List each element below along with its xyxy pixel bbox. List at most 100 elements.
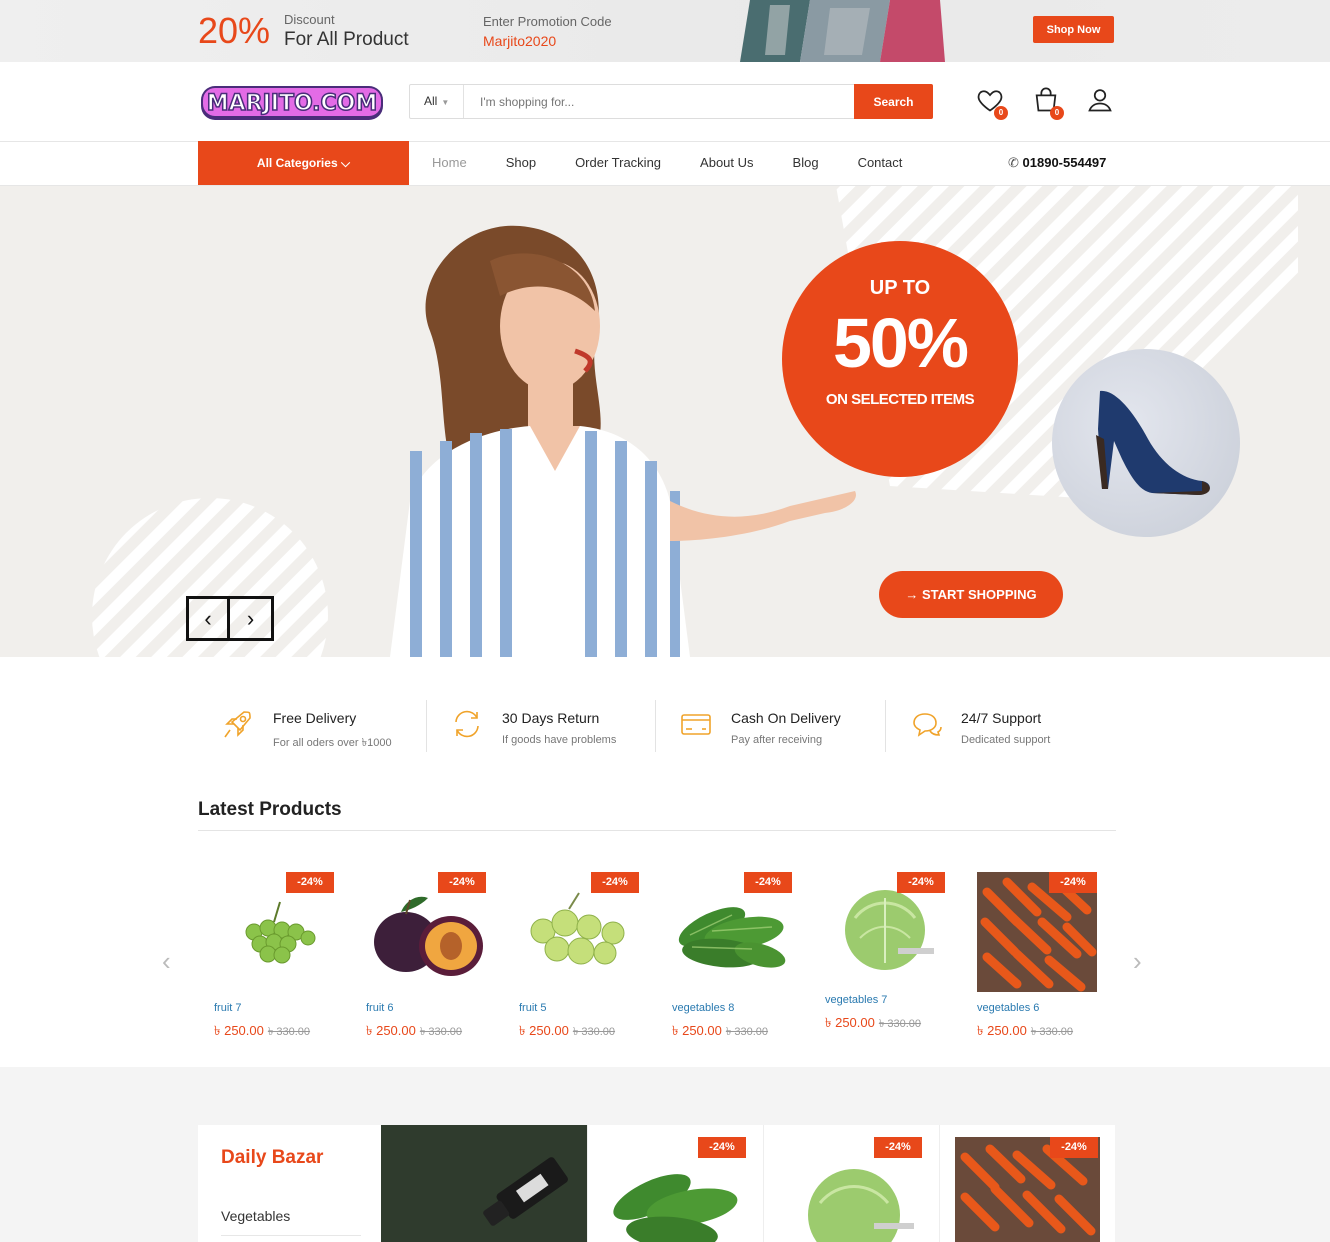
nav-link-contact[interactable]: Contact [858, 141, 903, 185]
account-button[interactable] [1086, 86, 1116, 118]
product-name[interactable]: vegetables 7 [825, 994, 887, 1006]
header: MARJITO.COM All▼ Search 0 0 [0, 62, 1330, 142]
carousel-prev-button[interactable]: ‹ [162, 946, 171, 977]
slider-arrows: ‹ › [186, 596, 274, 641]
feature-title: 30 Days Return [502, 710, 600, 726]
promo-percent: 20% [198, 10, 271, 51]
product-name[interactable]: fruit 7 [214, 1002, 242, 1014]
category-link-vegetables[interactable]: Vegetables [221, 1208, 290, 1224]
feature-support: 24/7 Support Dedicated support [886, 700, 1116, 752]
cabbage-icon [845, 890, 934, 970]
all-categories-label: All Categories [256, 156, 338, 170]
daily-product-card[interactable]: -24% [587, 1125, 763, 1242]
daily-product-card[interactable]: -24% [763, 1125, 939, 1242]
search-bar: All▼ Search [409, 84, 933, 119]
search-category-value: All [424, 94, 438, 108]
search-button[interactable]: Search [854, 84, 933, 119]
price-old: ৳ 330.00 [878, 1018, 922, 1030]
carousel-next-button[interactable]: › [1133, 946, 1142, 977]
discount-badge: -24% [1050, 1137, 1098, 1158]
product-price: ৳ 250.00 ৳ 330.00 [977, 1022, 1073, 1043]
price-current: ৳ 250.00 [214, 1023, 264, 1038]
promo-discount-label: Discount [284, 12, 335, 27]
pointed-gourd-icon [613, 1174, 738, 1242]
price-old: ৳ 330.00 [1030, 1026, 1074, 1038]
chat-icon [913, 713, 942, 737]
nav-link-blog[interactable]: Blog [793, 141, 819, 185]
chevron-down-icon: ▼ [441, 98, 450, 107]
phone-text: 01890-554497 [1022, 155, 1107, 170]
shop-now-button[interactable]: Shop Now [1033, 16, 1114, 43]
promo-discount-text: For All Product [284, 29, 409, 50]
site-logo[interactable]: MARJITO.COM [199, 84, 385, 122]
feature-subtitle: Pay after receiving [731, 734, 823, 746]
pointed-gourd-icon [678, 907, 786, 968]
plum-icon [374, 896, 483, 976]
price-current: ৳ 250.00 [977, 1023, 1027, 1038]
cosmetic-bottle-icon [381, 1125, 587, 1242]
divider [221, 1235, 361, 1236]
product-card[interactable]: -24% vegetables 6 ৳ 250.00 ৳ 330.00 [977, 872, 1112, 1042]
daily-bazar-box: Daily Bazar Vegetables -24% -24% -24% [198, 1125, 1115, 1242]
product-name[interactable]: vegetables 8 [672, 1002, 734, 1014]
slider-next-button[interactable]: › [230, 599, 271, 638]
nav-link-about-us[interactable]: About Us [700, 141, 753, 185]
wishlist-count-badge: 0 [994, 106, 1008, 120]
feature-30-days-return: 30 Days Return If goods have problems [427, 700, 656, 752]
product-card[interactable]: -24% fruit 5 ৳ 250.00 ৳ 330.00 [519, 872, 654, 1042]
product-card[interactable]: -24% vegetables 7 ৳ 250.00 ৳ 330.00 [825, 872, 960, 1042]
user-icon [1088, 89, 1112, 112]
rocket-icon [224, 711, 251, 738]
cart-button[interactable]: 0 [1032, 86, 1064, 120]
product-name[interactable]: fruit 6 [366, 1002, 394, 1014]
shoe-image [1052, 349, 1240, 537]
price-current: ৳ 250.00 [825, 1015, 875, 1030]
product-name[interactable]: fruit 5 [519, 1002, 547, 1014]
price-current: ৳ 250.00 [672, 1023, 722, 1038]
price-old: ৳ 330.00 [267, 1026, 311, 1038]
price-old: ৳ 330.00 [419, 1026, 463, 1038]
discount-selected-items: ON SELECTED ITEMS [825, 391, 975, 408]
all-categories-button[interactable]: All Categories ⌵ [198, 141, 409, 185]
product-card[interactable]: -24% vegetables 8 ৳ 250.00 ৳ 330.00 [672, 872, 807, 1042]
discount-circle: UP TO 50% ON SELECTED ITEMS [782, 241, 1018, 477]
arrow-right-icon: → [905, 587, 919, 602]
product-price: ৳ 250.00 ৳ 330.00 [672, 1022, 768, 1043]
discount-badge: -24% [591, 872, 639, 893]
feature-free-delivery: Free Delivery For all oders over ৳1000 [198, 700, 427, 752]
price-current: ৳ 250.00 [519, 1023, 569, 1038]
divider [198, 830, 1116, 831]
product-name[interactable]: vegetables 6 [977, 1002, 1039, 1014]
chevron-left-icon: ‹ [204, 605, 212, 631]
search-input[interactable] [468, 85, 854, 118]
discount-badge: -24% [438, 872, 486, 893]
search-category-select[interactable]: All ▼ [410, 85, 464, 118]
product-price: ৳ 250.00 ৳ 330.00 [366, 1022, 462, 1043]
start-shopping-button[interactable]: → START SHOPPING [879, 571, 1063, 618]
phone-number[interactable]: ✆ 01890-554497 [1008, 141, 1106, 185]
daily-product-card[interactable]: -24% [939, 1125, 1115, 1242]
start-shopping-label: START SHOPPING [922, 587, 1037, 602]
promo-code-label: Enter Promotion Code [483, 14, 612, 29]
promo-banner-image[interactable] [381, 1125, 587, 1242]
price-current: ৳ 250.00 [366, 1023, 416, 1038]
discount-up-to: UP TO [869, 277, 931, 299]
hero-slider: UP TO 50% ON SELECTED ITEMS → START SHOP… [0, 186, 1330, 657]
gooseberry-icon [530, 892, 625, 965]
slider-prev-button[interactable]: ‹ [189, 599, 231, 638]
phone-icon: ✆ [1008, 155, 1019, 170]
product-card[interactable]: -24% fruit 6 ৳ 250.00 ৳ 330.00 [366, 872, 501, 1042]
feature-cash-on-delivery: Cash On Delivery Pay after receiving [656, 700, 886, 752]
grapes-icon [245, 901, 316, 964]
product-price: ৳ 250.00 ৳ 330.00 [519, 1022, 615, 1043]
nav-link-shop[interactable]: Shop [506, 141, 536, 185]
wishlist-button[interactable]: 0 [976, 86, 1008, 120]
nav-link-home[interactable]: Home [432, 141, 467, 185]
nav-link-order-tracking[interactable]: Order Tracking [575, 141, 661, 185]
product-price: ৳ 250.00 ৳ 330.00 [825, 1014, 921, 1035]
product-card[interactable]: -24% fruit 7 ৳ 250.00 ৳ 330.00 [214, 872, 349, 1042]
chevron-down-icon: ⌵ [340, 156, 351, 170]
promo-bar: 20% Discount For All Product Enter Promo… [0, 0, 1330, 62]
cart-count-badge: 0 [1050, 106, 1064, 120]
feature-title: 24/7 Support [961, 710, 1042, 726]
